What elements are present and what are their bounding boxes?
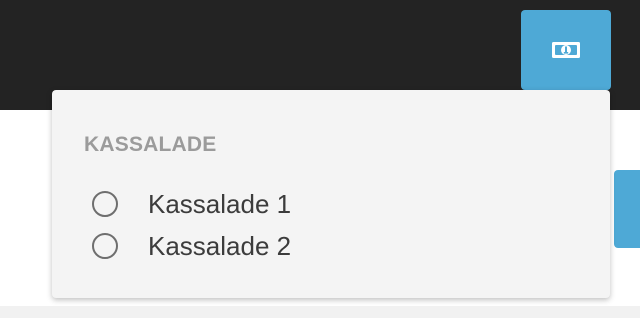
radio-button[interactable] [92,233,118,259]
option-kassalade-1[interactable]: Kassalade 1 [92,186,512,222]
option-label: Kassalade 2 [148,230,292,261]
option-kassalade-2[interactable]: Kassalade 2 [92,228,512,264]
cash-register-icon [552,42,580,58]
radio-button[interactable] [92,191,118,217]
option-label: Kassalade 1 [148,188,292,219]
cash-drawer-button[interactable] [521,10,611,90]
cash-drawer-dropdown: KASSALADE Kassalade 1 Kassalade 2 [52,90,610,298]
side-panel-tab[interactable] [614,170,640,248]
bottom-strip [0,306,640,318]
dropdown-title: KASSALADE [84,133,217,156]
